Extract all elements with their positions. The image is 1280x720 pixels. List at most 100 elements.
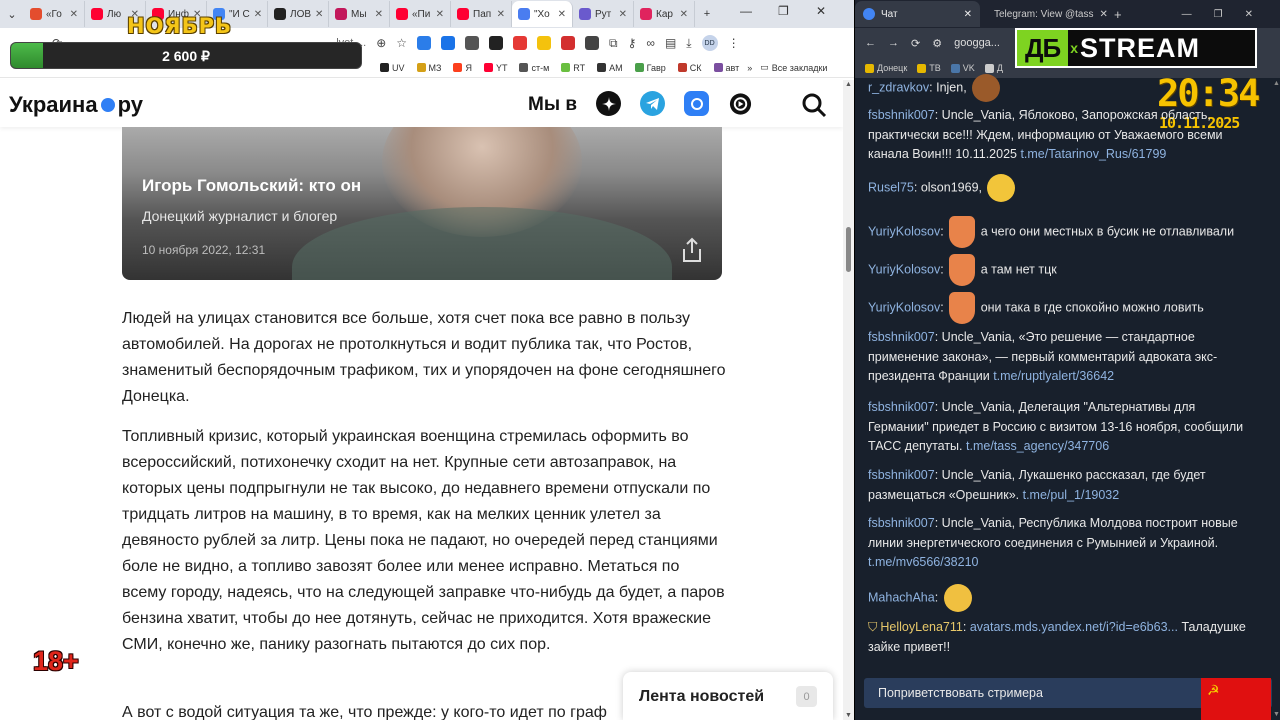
bookmark-item[interactable]: ст-м	[519, 63, 549, 73]
tab-close-icon[interactable]: ✕	[1099, 9, 1107, 20]
bookmark-item[interactable]: Д	[984, 63, 1003, 73]
bookmark-item[interactable]: СК	[677, 63, 702, 73]
tab-close-icon[interactable]: ✕	[254, 9, 262, 20]
news-feed-widget[interactable]: Лента новостей 0	[623, 672, 833, 720]
telegram-icon[interactable]	[640, 91, 665, 116]
new-tab-button[interactable]: +	[1114, 7, 1122, 22]
bookmark-item[interactable]: авт	[713, 63, 739, 73]
tab-close-icon[interactable]: ✕	[375, 9, 383, 20]
bookmark-item[interactable]: YT	[483, 63, 507, 73]
browser-tab[interactable]: Кар ✕	[634, 1, 695, 27]
related-article-card[interactable]: Игорь Гомольский: кто он Донецкий журнал…	[122, 127, 722, 280]
search-icon[interactable]	[800, 91, 828, 119]
link-icon[interactable]: ∞	[646, 36, 655, 50]
tab-close-icon[interactable]: ✕	[497, 9, 505, 20]
extension-icon-2[interactable]	[441, 36, 456, 50]
bookmark-star-icon[interactable]: ☆	[396, 36, 407, 50]
scroll-down-icon[interactable]: ▼	[845, 712, 852, 719]
tab-close-icon[interactable]: ✕	[315, 9, 323, 20]
tab-close-icon[interactable]: ✕	[436, 9, 444, 20]
page-scrollbar[interactable]: ▲ ▼	[843, 80, 854, 720]
profile-avatar[interactable]: DD	[701, 35, 718, 51]
extensions-puzzle-icon[interactable]: ⧉	[609, 36, 618, 51]
chat-username[interactable]: fsbshnik007	[868, 400, 935, 414]
chat-link[interactable]: t.me/pul_1/19032	[1023, 488, 1120, 502]
zen-icon[interactable]	[596, 91, 621, 116]
site-settings-icon[interactable]: ⚙	[932, 37, 942, 50]
chat-link[interactable]: avatars.mds.yandex.net/i?id=e6b63...	[970, 620, 1178, 634]
extension-icon-4[interactable]	[489, 36, 504, 50]
podcast-icon[interactable]	[728, 91, 753, 116]
reload-icon[interactable]: ⟳	[911, 37, 920, 50]
minimize-window-icon[interactable]: —	[740, 4, 752, 18]
new-tab-button[interactable]: +	[695, 2, 719, 26]
download-icon[interactable]: ⤓	[686, 36, 691, 51]
chat-link[interactable]: t.me/tass_agency/347706	[966, 439, 1109, 453]
chat-username[interactable]: fsbshnik007	[868, 468, 935, 482]
passwords-key-icon[interactable]: ⚷	[628, 36, 637, 50]
max-messenger-icon[interactable]	[684, 91, 709, 116]
tab-close-icon[interactable]: ✕	[70, 9, 78, 20]
close-window-icon[interactable]: ✕	[816, 4, 826, 18]
back-icon[interactable]: ←	[865, 37, 876, 49]
chat-username[interactable]: YuriyKolosov	[868, 300, 940, 314]
tab-close-icon[interactable]: ✕	[680, 9, 688, 20]
extension-icon-7[interactable]	[561, 36, 576, 50]
chat-username[interactable]: fsbshnik007	[868, 330, 935, 344]
share-icon[interactable]	[681, 237, 703, 263]
browser-tab[interactable]: Пап ✕	[451, 1, 512, 27]
bookmark-item[interactable]: Гавр	[634, 63, 666, 73]
chat-username[interactable]: r_zdravkov	[868, 80, 929, 94]
bookmark-item[interactable]: UV	[380, 63, 405, 73]
browser-tab[interactable]: Чат ✕	[855, 1, 980, 27]
address-bar[interactable]: googga...	[954, 37, 1000, 49]
browser-tab[interactable]: Telegram: View @tass ✕	[980, 1, 1108, 27]
browser-tab[interactable]: Мы ✕	[329, 1, 390, 27]
chat-username[interactable]: Rusel75	[868, 180, 914, 194]
chat-link[interactable]: t.me/ruptlyalert/36642	[993, 369, 1114, 383]
extension-icon-8[interactable]	[585, 36, 600, 50]
chat-username[interactable]: fsbshnik007	[868, 108, 935, 122]
browser-tab[interactable]: «Пи ✕	[390, 1, 451, 27]
chat-username[interactable]: HelloyLena711	[880, 620, 962, 634]
tab-close-icon[interactable]: ✕	[558, 9, 566, 20]
tab-close-icon[interactable]: ✕	[619, 9, 627, 20]
bookmark-item[interactable]: Я	[453, 63, 472, 73]
chat-link[interactable]: t.me/Tatarinov_Rus/61799	[1020, 147, 1166, 161]
bookmark-item[interactable]: VK	[950, 63, 975, 73]
extension-icon-3[interactable]	[465, 36, 480, 50]
forward-icon[interactable]: →	[888, 37, 899, 49]
bookmark-item[interactable]: АМ	[597, 63, 623, 73]
bookmark-item[interactable]: МЗ	[416, 63, 441, 73]
side-panel-icon[interactable]: ▤	[665, 36, 676, 50]
tab-search-chevron-icon[interactable]: ⌄	[0, 2, 24, 26]
close-window-icon[interactable]: ✕	[1245, 9, 1253, 20]
bookmark-item[interactable]: ТВ	[917, 63, 941, 73]
all-bookmarks-folder[interactable]: ▭ Все закладки	[760, 62, 827, 73]
extension-icon-5[interactable]	[513, 36, 528, 50]
bookmark-item[interactable]: RT	[561, 63, 585, 73]
chat-username[interactable]: MahachAha	[868, 590, 935, 604]
bookmarks-overflow-chevron-icon[interactable]: »	[747, 63, 752, 73]
chat-username[interactable]: YuriyKolosov	[868, 224, 940, 238]
site-logo[interactable]: Украина ру	[9, 92, 143, 118]
scroll-up-icon[interactable]: ▲	[845, 81, 852, 88]
minimize-window-icon[interactable]: —	[1182, 9, 1192, 20]
extension-icon-1[interactable]	[417, 36, 432, 50]
extension-icon-6[interactable]	[537, 36, 552, 50]
browser-tab[interactable]: ЛОВ ✕	[268, 1, 329, 27]
restore-window-icon[interactable]: ❐	[778, 4, 789, 18]
chat-username[interactable]: fsbshnik007	[868, 516, 935, 530]
chat-username[interactable]: YuriyKolosov	[868, 262, 940, 276]
restore-window-icon[interactable]: ❐	[1214, 9, 1223, 20]
scroll-up-icon[interactable]: ▲	[1273, 80, 1280, 87]
chat-link[interactable]: t.me/mv6566/38210	[868, 555, 979, 569]
zoom-icon[interactable]: ⊕	[376, 36, 386, 50]
scroll-down-icon[interactable]: ▼	[1273, 711, 1280, 718]
menu-dots-icon[interactable]: ⋮	[728, 36, 740, 50]
browser-tab[interactable]: Рут ✕	[573, 1, 634, 27]
chat-scrollbar[interactable]: ▲ ▼	[1272, 78, 1280, 720]
scrollbar-thumb[interactable]	[846, 227, 851, 272]
tab-close-icon[interactable]: ✕	[964, 9, 972, 20]
browser-tab[interactable]: "Хо ✕	[512, 1, 573, 27]
